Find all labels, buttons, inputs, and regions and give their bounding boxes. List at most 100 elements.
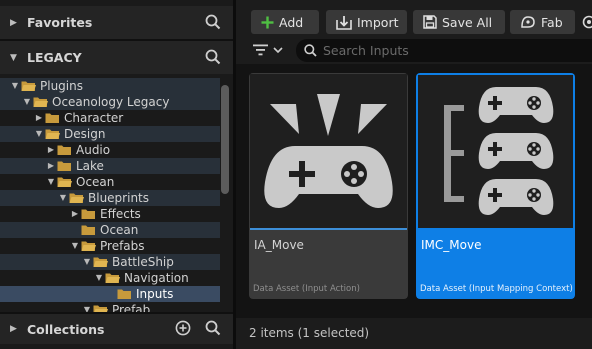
folder-icon bbox=[81, 209, 95, 219]
folder-open-icon bbox=[81, 241, 96, 251]
asset-type: Data Asset (Input Action) bbox=[253, 284, 360, 294]
tree-row-label: Prefabs bbox=[100, 239, 145, 253]
tree-row[interactable]: ▼ Oceanology Legacy bbox=[0, 94, 220, 110]
folder-open-icon bbox=[21, 81, 36, 91]
add-button[interactable]: Add bbox=[251, 10, 319, 34]
item-count-status: 2 items (1 selected) bbox=[249, 326, 370, 340]
tree-row[interactable]: ▶ Lake bbox=[0, 158, 220, 174]
folder-icon bbox=[45, 113, 59, 123]
legacy-label: LEGACY bbox=[27, 50, 82, 65]
collections-expand-arrow[interactable]: ▶ bbox=[10, 324, 20, 334]
collapse-arrow-icon[interactable]: ▼ bbox=[10, 78, 20, 94]
folder-open-icon bbox=[69, 193, 84, 203]
search-input[interactable] bbox=[323, 43, 583, 58]
tree-row[interactable]: ▼ Navigation bbox=[0, 270, 220, 286]
collapse-arrow-icon[interactable]: ▼ bbox=[58, 190, 68, 206]
favorites-search-icon[interactable] bbox=[205, 14, 221, 30]
import-button-label: Import bbox=[357, 14, 399, 30]
collapse-arrow-icon[interactable]: ▼ bbox=[94, 270, 104, 286]
collapse-arrow-icon[interactable]: ▼ bbox=[22, 94, 32, 110]
tree-row-label: Plugins bbox=[40, 79, 83, 93]
asset-view-panel: Add Import Save All Fab Search Inputs IA… bbox=[236, 0, 592, 349]
collapse-arrow-icon[interactable]: ▼ bbox=[34, 126, 44, 142]
tree-row-label: Blueprints bbox=[88, 191, 150, 205]
folder-open-icon bbox=[93, 305, 108, 312]
save-all-button-label: Save All bbox=[442, 14, 493, 30]
asset-thumbnail bbox=[418, 75, 573, 228]
tree-row-label: Prefab bbox=[112, 303, 151, 312]
favorites-section-header[interactable]: ▶ Favorites bbox=[0, 6, 233, 39]
asset-info: IMC_Move Data Asset (Input Mapping Conte… bbox=[417, 230, 574, 298]
expand-arrow-icon[interactable]: ▶ bbox=[34, 110, 44, 126]
tree-row-label: Inputs bbox=[136, 287, 174, 301]
collections-search-icon[interactable] bbox=[205, 320, 221, 336]
collapse-arrow-icon[interactable]: ▼ bbox=[82, 254, 92, 270]
tree-row-label: Effects bbox=[100, 207, 141, 221]
tree-row-label: Oceanology Legacy bbox=[52, 95, 170, 109]
folder-open-icon bbox=[57, 177, 72, 187]
fab-icon bbox=[521, 16, 535, 28]
tree-row-selected[interactable]: Inputs bbox=[0, 286, 220, 302]
collapse-arrow-icon[interactable]: ▼ bbox=[46, 174, 56, 190]
input-mapping-context-icon bbox=[444, 87, 554, 215]
legacy-collapse-arrow[interactable]: ▼ bbox=[10, 53, 20, 63]
filter-icon[interactable] bbox=[253, 44, 268, 56]
tree-scrollbar[interactable] bbox=[221, 85, 229, 194]
tree-row-label: Navigation bbox=[124, 271, 189, 285]
tree-row-label: BattleShip bbox=[112, 255, 174, 269]
tree-row[interactable]: ▼ BattleShip bbox=[0, 254, 220, 270]
filter-bar bbox=[236, 38, 592, 64]
add-button-label: Add bbox=[279, 14, 304, 30]
collections-label: Collections bbox=[27, 321, 105, 337]
import-icon bbox=[336, 15, 352, 30]
tree-row-label: Design bbox=[64, 127, 106, 141]
folder-icon bbox=[117, 289, 131, 299]
input-action-icon bbox=[264, 94, 393, 208]
content-browser-toolbar: Add Import Save All Fab bbox=[236, 0, 592, 38]
folder-open-icon bbox=[33, 97, 48, 107]
asset-tile-selected[interactable]: IMC_Move Data Asset (Input Mapping Conte… bbox=[416, 73, 575, 299]
tree-row[interactable]: Ocean bbox=[0, 222, 220, 238]
search-icon bbox=[304, 44, 317, 57]
tree-row-label: Lake bbox=[76, 159, 104, 173]
asset-thumbnail bbox=[250, 74, 407, 228]
tree-row[interactable]: ▶ Effects bbox=[0, 206, 220, 222]
tree-row-label: Ocean bbox=[76, 175, 115, 189]
asset-grid: IA_Move Data Asset (Input Action) IMC_Mo… bbox=[236, 64, 592, 318]
expand-arrow-icon[interactable]: ▶ bbox=[70, 206, 80, 222]
tree-row[interactable]: ▼ Prefab bbox=[0, 302, 220, 312]
save-all-button[interactable]: Save All bbox=[413, 10, 505, 34]
tree-row[interactable]: ▶ Character bbox=[0, 110, 220, 126]
content-browser-sources-panel: ▶ Favorites ▼ LEGACY ▼ Plugins ▼ Oceanology… bbox=[0, 0, 233, 349]
expand-arrow-icon[interactable]: ▶ bbox=[46, 142, 56, 158]
import-button[interactable]: Import bbox=[326, 10, 407, 34]
tree-row[interactable]: ▼ Design bbox=[0, 126, 220, 142]
fab-button[interactable]: Fab bbox=[510, 10, 575, 34]
collapse-arrow-icon[interactable]: ▼ bbox=[82, 302, 92, 312]
search-box[interactable] bbox=[296, 39, 592, 62]
folder-open-icon bbox=[93, 257, 108, 267]
tree-row[interactable]: ▼ Ocean bbox=[0, 174, 220, 190]
asset-tile[interactable]: IA_Move Data Asset (Input Action) bbox=[249, 73, 408, 299]
asset-name: IMC_Move bbox=[421, 238, 482, 252]
folder-icon bbox=[81, 225, 95, 235]
collapse-arrow-icon[interactable]: ▼ bbox=[70, 238, 80, 254]
add-collection-icon[interactable] bbox=[175, 320, 191, 336]
legacy-section-header[interactable]: ▼ LEGACY bbox=[0, 41, 233, 74]
filter-dropdown-chevron-icon[interactable] bbox=[273, 47, 283, 54]
folder-open-icon bbox=[45, 129, 60, 139]
expand-arrow-icon[interactable]: ▶ bbox=[46, 158, 56, 174]
tree-row[interactable]: ▼ Blueprints bbox=[0, 190, 220, 206]
asset-type: Data Asset (Input Mapping Context) bbox=[420, 284, 573, 294]
tree-row[interactable]: ▶ Audio bbox=[0, 142, 220, 158]
tree-row[interactable]: ▼ Plugins bbox=[0, 78, 220, 94]
legacy-search-icon[interactable] bbox=[205, 49, 221, 65]
settings-icon[interactable] bbox=[582, 15, 592, 29]
folder-open-icon bbox=[105, 273, 120, 283]
collections-section-header[interactable]: ▶ Collections bbox=[0, 314, 233, 344]
tree-row[interactable]: ▼ Prefabs bbox=[0, 238, 220, 254]
favorites-expand-arrow[interactable]: ▶ bbox=[10, 18, 20, 28]
tree-row-label: Audio bbox=[76, 143, 111, 157]
asset-info: IA_Move Data Asset (Input Action) bbox=[250, 230, 407, 298]
tree-row-label: Character bbox=[64, 111, 124, 125]
